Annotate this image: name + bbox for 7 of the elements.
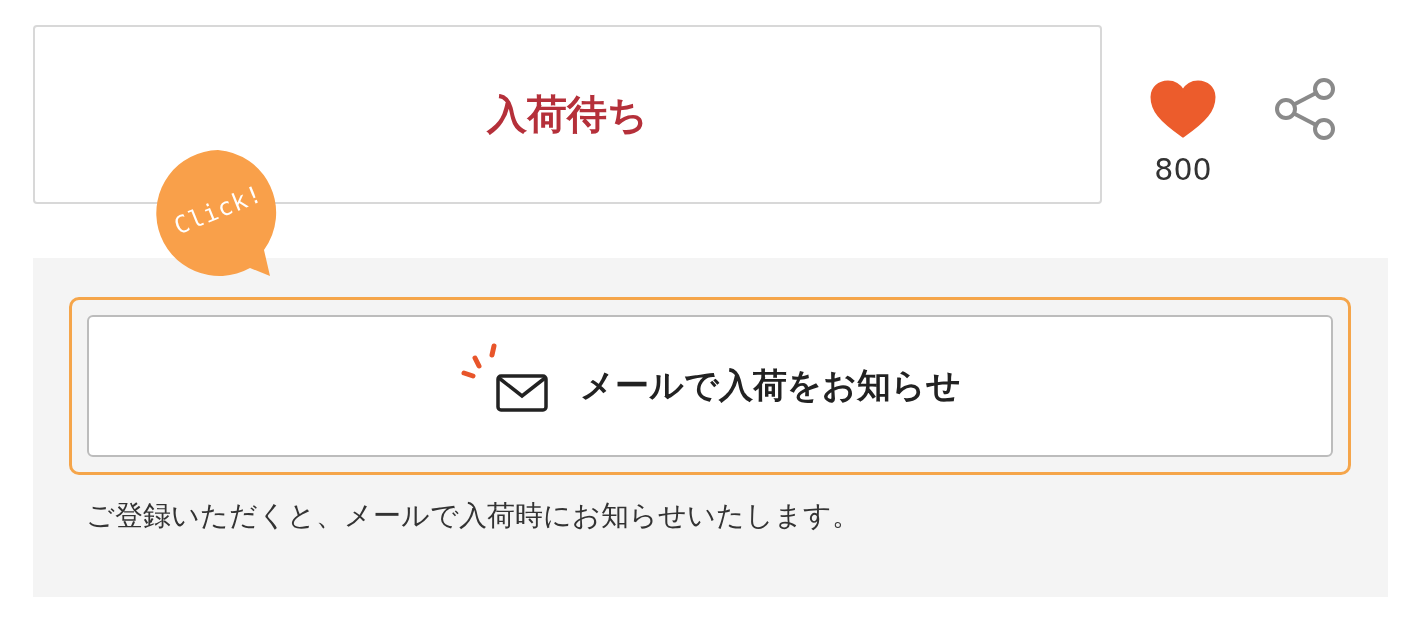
note-text: ご登録いただくと、メールで入荷時にお知らせいたします。 xyxy=(86,498,861,534)
notify-button[interactable]: メールで入荷をお知らせ xyxy=(87,315,1333,457)
stock-status-label: 入荷待ち xyxy=(487,90,648,139)
share-icon[interactable] xyxy=(1274,77,1336,141)
like-count: 800 xyxy=(1154,152,1212,187)
heart-icon[interactable] xyxy=(1150,80,1216,138)
envelope-icon xyxy=(459,342,550,414)
